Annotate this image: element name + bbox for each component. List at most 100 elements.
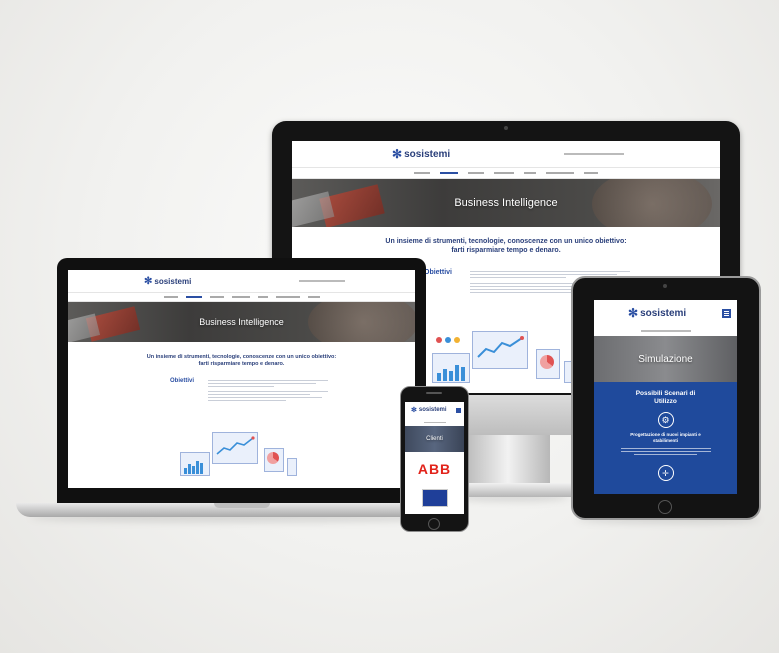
laptop-nav-item[interactable] <box>307 296 320 298</box>
text-line <box>208 394 310 395</box>
laptop-nav-item-active[interactable] <box>185 296 202 298</box>
tablet-logo[interactable]: ✻ sosistemi <box>628 306 686 320</box>
laptop-website: ✻ sosistemi Business Intelligence Un ins… <box>68 270 415 488</box>
phone-home-button[interactable] <box>428 518 440 530</box>
infographic-pie <box>540 355 554 369</box>
tablet-blue-box: Possibili Scenari di Utilizzo ⚙ Progetta… <box>594 382 737 494</box>
phone-hero-title: Clienti <box>426 436 443 442</box>
monitor-camera <box>504 126 508 130</box>
laptop-header-links[interactable] <box>299 280 345 282</box>
laptop-logo[interactable]: ✻ sosistemi <box>144 276 191 287</box>
laptop-nav-item[interactable] <box>275 296 300 298</box>
desktop-nav-item[interactable] <box>468 172 484 174</box>
gear-icon: ⚙ <box>657 412 674 428</box>
sosistemi-logo-icon: ✻ <box>411 407 417 414</box>
desktop-tagline: Un insieme di strumenti, tecnologie, con… <box>292 227 720 255</box>
desktop-nav-item[interactable] <box>584 172 598 174</box>
desktop-nav-item[interactable] <box>494 172 514 174</box>
hero-photo-hand <box>308 302 415 342</box>
desktop-header: ✻ sosistemi <box>292 141 720 167</box>
laptop-header: ✻ sosistemi <box>68 270 415 292</box>
text-line <box>208 383 316 384</box>
text-line <box>470 292 582 293</box>
desktop-hero-title: Business Intelligence <box>454 197 558 209</box>
phone-client-logo: ABB <box>405 452 464 486</box>
tablet-subheader <box>594 326 737 336</box>
text-line <box>208 397 322 398</box>
desktop-infographic <box>432 327 582 389</box>
tablet-home-button[interactable] <box>658 500 672 514</box>
sosistemi-logo-icon: ✻ <box>392 147 403 161</box>
abb-logo: ABB <box>417 461 452 477</box>
phone-client-logo-eu <box>405 486 464 510</box>
tablet-box-title-line1: Possibili Scenari di <box>635 390 696 397</box>
phone-speaker <box>426 392 442 394</box>
phone-hero: Clienti <box>405 426 464 452</box>
laptop-infographic <box>180 430 300 482</box>
desktop-logo[interactable]: ✻ sosistemi <box>392 147 450 161</box>
phone-logo-text: sosistemi <box>418 407 447 413</box>
text-line <box>470 277 566 278</box>
tablet-header-links[interactable] <box>640 330 691 332</box>
phone-header: ✻ sosistemi <box>405 402 464 418</box>
laptop-logo-text: sosistemi <box>154 276 192 286</box>
phone-subheader <box>405 418 464 426</box>
tablet-hero-title: Simulazione <box>638 353 693 365</box>
sosistemi-logo-icon: ✻ <box>628 306 639 320</box>
tablet-camera <box>663 284 667 288</box>
text-line <box>208 380 328 381</box>
text-line <box>208 391 328 392</box>
desktop-hero: Business Intelligence <box>292 179 720 227</box>
laptop-section-title: Obiettivi <box>170 378 195 384</box>
desktop-logo-text: sosistemi <box>404 148 451 160</box>
pointer-icon: ✛ <box>657 465 674 481</box>
tablet-box-text <box>620 448 711 455</box>
desktop-nav[interactable] <box>292 167 720 179</box>
tablet-hero: Simulazione <box>594 336 737 382</box>
phone-website: ✻ sosistemi Clienti ABB <box>405 402 464 514</box>
laptop-tagline: Un insieme di strumenti, tecnologie, con… <box>68 342 415 368</box>
infographic-trend-line <box>216 436 255 455</box>
tablet-box-title-line2: Utilizzo <box>654 398 677 405</box>
tablet-logo-text: sosistemi <box>640 307 687 319</box>
laptop-nav[interactable] <box>68 292 415 302</box>
laptop-nav-item[interactable] <box>209 296 224 298</box>
infographic-phone <box>287 458 297 476</box>
laptop-nav-item[interactable] <box>257 296 268 298</box>
laptop-tagline-line1: Un insieme di strumenti, tecnologie, con… <box>146 354 337 360</box>
infographic-bar-chart <box>437 361 465 381</box>
sosistemi-logo-icon: ✻ <box>144 275 153 287</box>
phone-logo[interactable]: ✻ sosistemi <box>411 406 447 414</box>
desktop-nav-item[interactable] <box>414 172 430 174</box>
laptop-nav-item[interactable] <box>231 296 250 298</box>
hero-photo-hand <box>592 179 712 227</box>
desktop-nav-item-active[interactable] <box>440 172 458 174</box>
text-line <box>208 386 274 387</box>
infographic-bar-chart <box>184 458 203 474</box>
menu-icon[interactable] <box>456 407 461 413</box>
laptop-hero-title: Business Intelligence <box>199 317 284 327</box>
infographic-trend-line <box>477 336 524 358</box>
eu-flag-logo <box>421 489 448 507</box>
desktop-tagline-line2: farti risparmiare tempo e denaro. <box>451 247 561 254</box>
monitor-stand-neck <box>466 435 550 487</box>
laptop-body-text <box>208 380 328 403</box>
device-mockup-scene: ✻ sosistemi Business Intelligence Un ins… <box>0 0 779 653</box>
laptop-hero: Business Intelligence <box>68 302 415 342</box>
phone-header-links[interactable] <box>423 421 446 423</box>
laptop-notch <box>214 503 270 508</box>
tablet-website: ✻ sosistemi Simulazione Possibili Scenar… <box>594 300 737 494</box>
menu-icon[interactable] <box>722 308 731 318</box>
text-line <box>470 271 630 272</box>
tablet-header: ✻ sosistemi <box>594 300 737 326</box>
infographic-dots <box>436 337 460 343</box>
desktop-nav-item[interactable] <box>546 172 574 174</box>
tablet-box-subtitle-line2: stabilimenti <box>652 438 678 443</box>
text-line <box>208 400 286 401</box>
desktop-nav-item[interactable] <box>524 172 536 174</box>
text-line <box>470 274 618 275</box>
desktop-header-links[interactable] <box>564 153 624 155</box>
laptop-nav-item[interactable] <box>163 296 178 298</box>
desktop-section-title: Obiettivi <box>424 269 453 276</box>
laptop-tagline-line2: farti risparmiare tempo e denaro. <box>198 361 285 367</box>
